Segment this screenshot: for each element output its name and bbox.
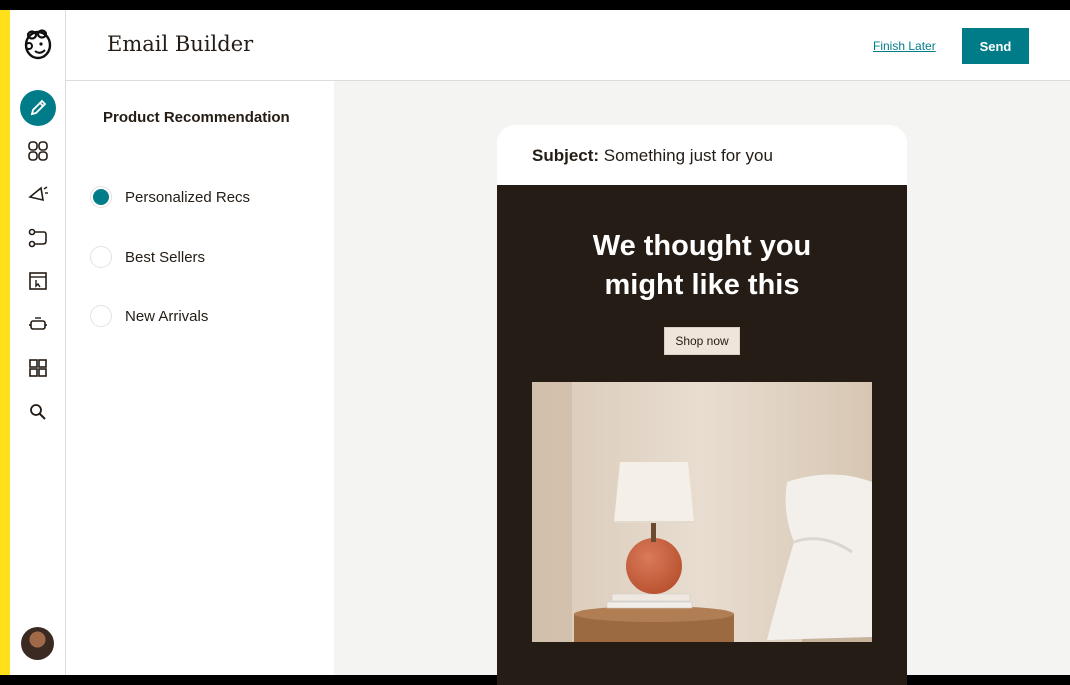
product-recommendation-panel: Product Recommendation Personalized Recs…	[66, 81, 334, 675]
automations-icon[interactable]	[20, 220, 56, 256]
email-body[interactable]: We thought you might like this Shop now	[497, 185, 907, 685]
option-new-arrivals[interactable]: New Arrivals	[90, 305, 208, 327]
finish-later-link[interactable]: Finish Later	[873, 39, 936, 53]
headline-line: We thought you	[592, 230, 812, 262]
avatar[interactable]	[21, 627, 54, 660]
content-icon[interactable]	[20, 350, 56, 386]
product-image-lamp[interactable]	[532, 382, 872, 642]
radio-selected[interactable]	[90, 186, 112, 208]
shop-now-button[interactable]: Shop now	[664, 327, 740, 355]
side-nav	[10, 10, 66, 675]
search-icon[interactable]	[20, 394, 56, 430]
pencil-icon[interactable]	[20, 90, 56, 126]
top-black-bar	[0, 0, 1070, 10]
panel-title: Product Recommendation	[103, 109, 290, 126]
option-best-sellers[interactable]: Best Sellers	[90, 246, 205, 268]
option-label: Personalized Recs	[125, 188, 251, 206]
website-icon[interactable]	[20, 263, 56, 299]
option-personalized-recs[interactable]: Personalized Recs	[90, 186, 250, 208]
email-preview: Subject: Something just for you We thoug…	[497, 125, 907, 685]
subject-label: Subject:	[532, 146, 600, 165]
subject-bar[interactable]: Subject: Something just for you	[497, 125, 907, 185]
audience-icon[interactable]	[20, 133, 56, 169]
brand-yellow-strip	[0, 10, 10, 675]
page-title: Email Builder	[107, 32, 254, 56]
email-preview-canvas: Subject: Something just for you We thoug…	[334, 81, 1070, 685]
radio-unselected[interactable]	[90, 305, 112, 327]
option-label: Best Sellers	[125, 248, 206, 266]
app-header: Email Builder Finish Later Send	[66, 10, 1070, 81]
headline-line: might like this	[604, 269, 800, 301]
subject-value: Something just for you	[603, 146, 773, 165]
option-label: New Arrivals	[125, 307, 209, 325]
subject-line: Subject: Something just for you	[532, 146, 773, 166]
campaigns-icon[interactable]	[20, 176, 56, 212]
send-button[interactable]: Send	[962, 28, 1029, 64]
mailchimp-logo-icon[interactable]	[20, 26, 56, 62]
email-headline: We thought you might like this	[497, 227, 907, 305]
radio-unselected[interactable]	[90, 246, 112, 268]
integrations-icon[interactable]	[20, 306, 56, 342]
